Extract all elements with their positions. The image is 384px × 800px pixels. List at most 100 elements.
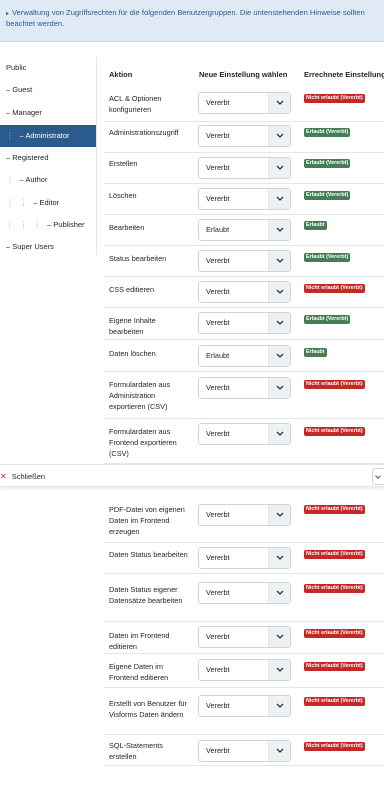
modal-footer: ✕ Schließen <box>0 464 384 487</box>
status-badge: Erlaubt (Vererbt) <box>304 315 351 324</box>
setting-value: Erlaubt <box>206 351 230 360</box>
table-row: PDF-Datei von eigenen Daten im Frontend … <box>104 500 384 543</box>
setting-select[interactable]: Erlaubt <box>198 219 291 241</box>
chevron-down-icon <box>268 424 290 444</box>
group-label: – Editor <box>33 198 60 207</box>
status-badge: Nicht erlaubt (Vererbt) <box>304 94 365 103</box>
setting-select[interactable]: Vererbt <box>198 92 291 114</box>
setting-select[interactable]: Vererbt <box>198 740 291 762</box>
chevron-down-icon <box>268 313 290 333</box>
setting-select[interactable]: Vererbt <box>198 582 291 604</box>
setting-select[interactable]: Vererbt <box>198 626 291 648</box>
action-label: Bearbeiten <box>109 223 145 232</box>
status-badge: Nicht erlaubt (Vererbt) <box>304 697 365 706</box>
group-item[interactable]: – Manager <box>0 102 96 124</box>
setting-value: Erlaubt <box>206 225 230 234</box>
footer-toggle-button[interactable] <box>372 468 384 485</box>
setting-select[interactable]: Vererbt <box>198 188 291 210</box>
table-row: Administrationszugriff Vererbt Erlaubt (Ve… <box>104 122 384 153</box>
group-item[interactable]: – Guest <box>0 79 96 101</box>
setting-value: Vererbt <box>206 632 230 641</box>
setting-select[interactable]: Vererbt <box>198 125 291 147</box>
chevron-down-icon <box>268 93 290 113</box>
setting-select[interactable]: Vererbt <box>198 281 291 303</box>
table-row: Löschen Vererbt Erlaubt (Vererbt) <box>104 184 384 215</box>
group-label: – Guest <box>6 85 33 94</box>
setting-value: Vererbt <box>206 588 230 597</box>
info-text: Verwaltung von Zugriffsrechten für die f… <box>6 8 365 28</box>
action-label: Formulardaten aus Frontend exportieren (… <box>109 427 177 458</box>
group-item[interactable]: ⋮ – Administrator <box>0 125 96 147</box>
header-calculated: Errechnete Einstellung <box>304 70 384 79</box>
setting-value: Vererbt <box>206 429 230 438</box>
tree-indent-marker: ⋮ <box>6 175 14 184</box>
action-label: Daten Status eigener Datensätze bearbeit… <box>109 585 183 605</box>
chevron-down-icon <box>268 627 290 647</box>
action-label: Erstellen <box>109 159 138 168</box>
setting-value: Vererbt <box>206 131 230 140</box>
action-label: ACL & Optionen konfigurieren <box>109 94 162 114</box>
setting-select[interactable]: Vererbt <box>198 423 291 445</box>
table-row: Eigene Daten im Frontend editieren Vererb… <box>104 654 384 688</box>
status-badge: Erlaubt (Vererbt) <box>304 128 351 137</box>
action-label: Daten im Frontend editieren <box>109 631 170 651</box>
action-label: SQL-Statements erstellen <box>109 741 163 761</box>
setting-select[interactable]: Vererbt <box>198 157 291 179</box>
group-label: – Manager <box>6 108 42 117</box>
table-row: Erstellen Vererbt Erlaubt (Vererbt) <box>104 153 384 184</box>
action-label: Eigene Daten im Frontend editieren <box>109 662 169 682</box>
group-label: – Super Users <box>6 242 54 251</box>
close-icon: ✕ <box>0 472 7 481</box>
setting-select[interactable]: Vererbt <box>198 312 291 334</box>
status-badge: Erlaubt <box>304 221 327 230</box>
table-row: SQL-Statements erstellen Vererbt Nicht erl… <box>104 735 384 766</box>
group-item[interactable]: ⋮ – Author <box>0 169 96 191</box>
table-row: Bearbeiten Erlaubt Erlaubt <box>104 215 384 246</box>
table-row: Formulardaten aus Administration exporti… <box>104 372 384 419</box>
status-badge: Erlaubt (Vererbt) <box>304 253 351 262</box>
chevron-down-icon <box>268 126 290 146</box>
action-label: CSS editieren <box>109 285 155 294</box>
status-badge: Nicht erlaubt (Vererbt) <box>304 284 365 293</box>
setting-value: Vererbt <box>206 287 230 296</box>
action-label: PDF-Datei von eigenen Daten im Frontend … <box>109 505 185 536</box>
table-row: Daten im Frontend editieren Vererbt Nicht … <box>104 622 384 654</box>
chevron-down-icon <box>268 378 290 398</box>
group-item[interactable]: ⋮ ⋮ – Editor <box>0 192 96 214</box>
setting-value: Vererbt <box>206 318 230 327</box>
setting-select[interactable]: Vererbt <box>198 659 291 681</box>
chevron-down-icon <box>268 548 290 568</box>
status-badge: Nicht erlaubt (Vererbt) <box>304 505 365 514</box>
setting-value: Vererbt <box>206 701 230 710</box>
chevron-down-icon <box>268 583 290 603</box>
setting-value: Vererbt <box>206 665 230 674</box>
group-item[interactable]: ⋮ ⋮ ⋮ – Publisher <box>0 214 96 236</box>
setting-select[interactable]: Vererbt <box>198 547 291 569</box>
group-label: – Author <box>19 175 48 184</box>
setting-select[interactable]: Vererbt <box>198 377 291 399</box>
setting-value: Vererbt <box>206 256 230 265</box>
chevron-down-icon <box>268 189 290 209</box>
table-row: Daten löschen Erlaubt Erlaubt <box>104 340 384 372</box>
setting-select[interactable]: Erlaubt <box>198 345 291 367</box>
action-label: Eigene Inhalte bearbeiten <box>109 316 156 336</box>
group-label: – Publisher <box>47 220 85 229</box>
chevron-down-icon <box>268 251 290 271</box>
setting-value: Vererbt <box>206 383 230 392</box>
caret-right-icon: ▸ <box>6 11 10 17</box>
close-button[interactable]: ✕ Schließen <box>0 469 45 484</box>
setting-select[interactable]: Vererbt <box>198 504 291 526</box>
group-item[interactable]: – Super Users <box>0 236 96 258</box>
table-row: Eigene Inhalte bearbeiten Vererbt Erlaubt … <box>104 308 384 340</box>
setting-select[interactable]: Vererbt <box>198 695 291 717</box>
chevron-down-icon <box>268 158 290 178</box>
setting-value: Vererbt <box>206 746 230 755</box>
status-badge: Erlaubt (Vererbt) <box>304 159 351 168</box>
chevron-down-icon <box>268 346 290 366</box>
group-item[interactable]: Public <box>0 57 96 79</box>
setting-select[interactable]: Vererbt <box>198 250 291 272</box>
group-item[interactable]: – Registered <box>0 147 96 169</box>
tree-indent-marker: ⋮ ⋮ <box>6 198 28 207</box>
status-badge: Erlaubt <box>304 348 327 357</box>
chevron-down-icon <box>375 473 381 479</box>
